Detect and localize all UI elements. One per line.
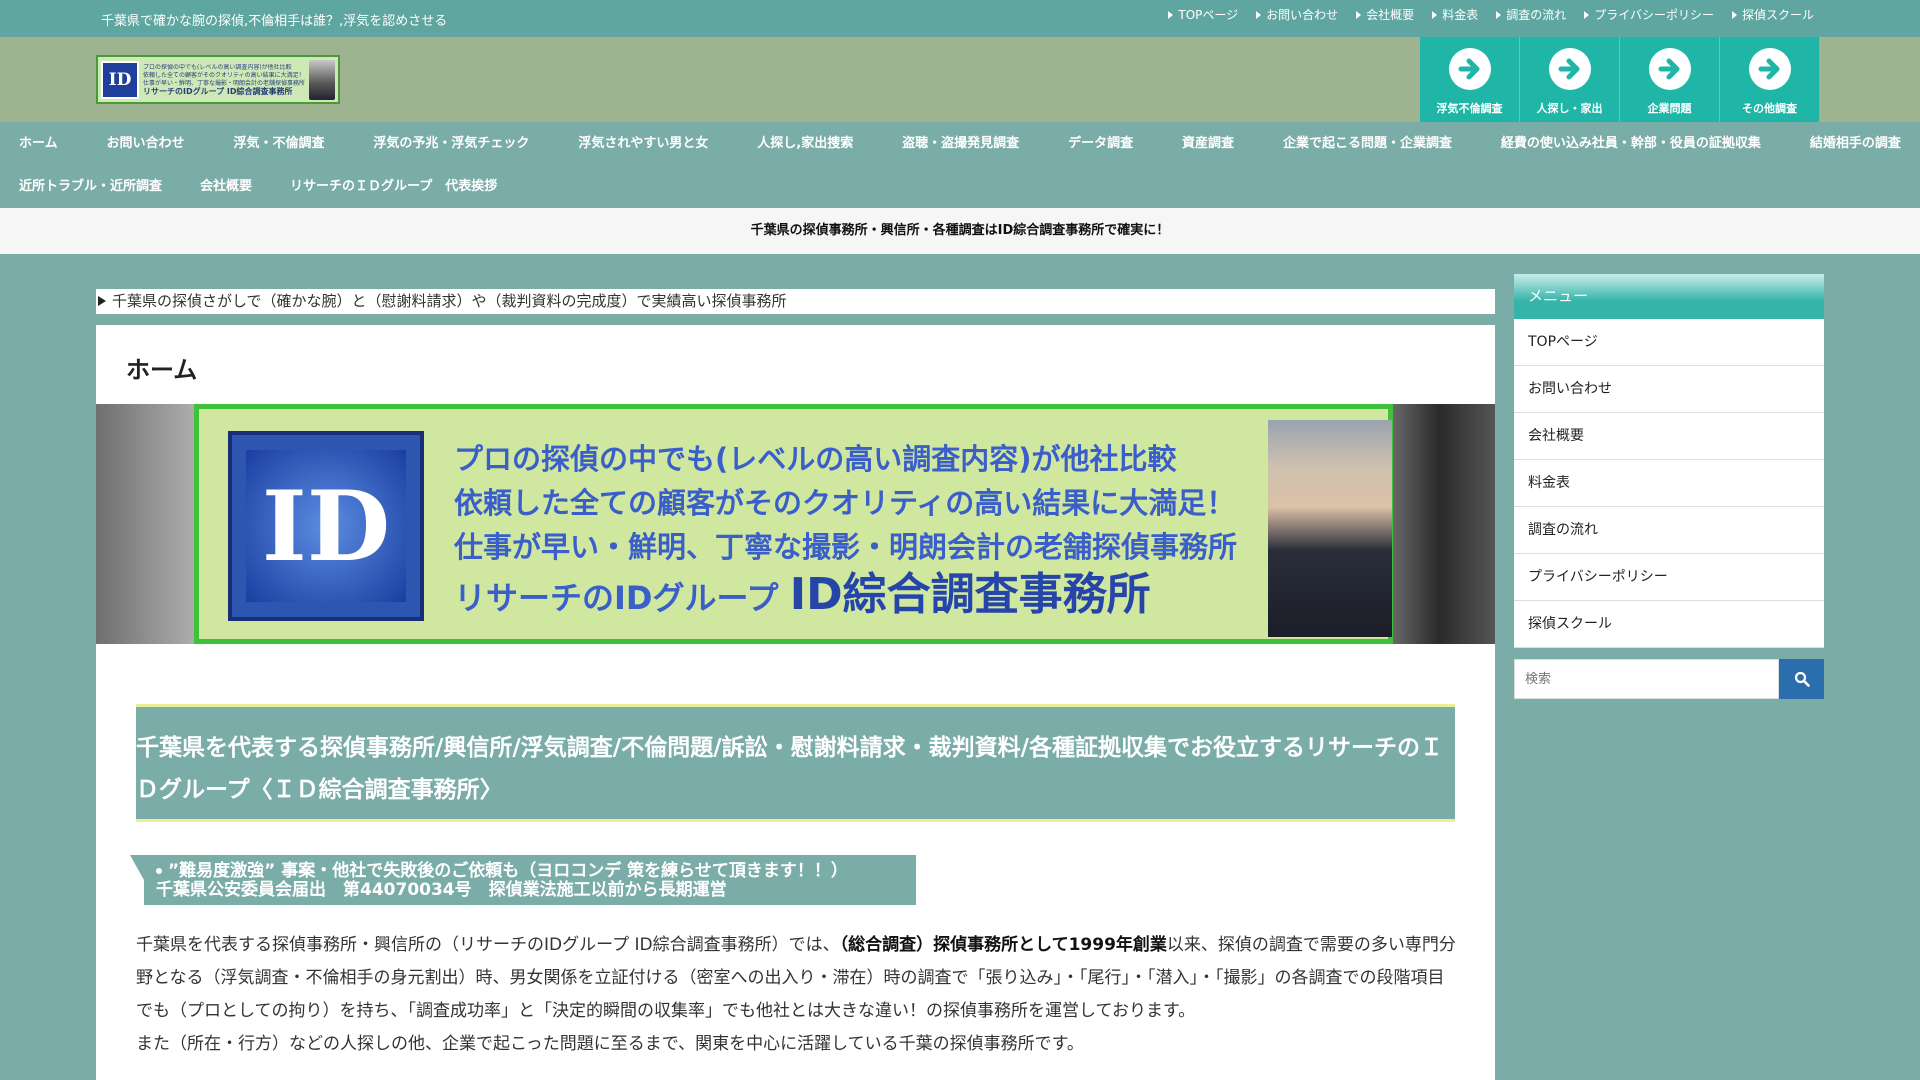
search-input[interactable] — [1514, 659, 1779, 699]
top-link-top[interactable]: TOPページ — [1168, 6, 1238, 23]
top-link-price[interactable]: 料金表 — [1432, 6, 1478, 23]
logo-portrait — [309, 59, 335, 100]
sidebar-title: メニュー — [1514, 274, 1824, 319]
nav-row: 近所トラブル・近所調査 会社概要 リサーチのＩＤグループ 代表挨拶 — [0, 165, 497, 208]
banner-id-logo: ID — [228, 431, 424, 621]
triangle-icon — [1256, 10, 1262, 19]
triangle-icon — [1168, 10, 1174, 19]
paragraph: また（所在・行方）などの人探しの他、企業で起こった問題に至るまで、関東を中心に活… — [136, 1034, 1084, 1054]
triangle-icon — [1356, 10, 1362, 19]
triangle-icon — [1432, 10, 1438, 19]
sidebar-item-contact[interactable]: お問い合わせ — [1514, 366, 1824, 413]
top-link-company[interactable]: 会社概要 — [1356, 6, 1414, 23]
nav-item-cheating-types[interactable]: 浮気されやすい男と女 — [578, 122, 708, 165]
site-logo[interactable]: ID プロの探偵の中でも(レベルの高い調査内容)が他社比較 依頼した全ての顧客が… — [96, 55, 340, 104]
banner-image: ID プロの探偵の中でも(レベルの高い調査内容)が他社比較 依頼した全ての顧客が… — [194, 404, 1393, 644]
top-link-contact[interactable]: お問い合わせ — [1256, 6, 1338, 23]
category-button-corporate[interactable]: 企業問題 — [1620, 37, 1720, 122]
sidebar-search — [1514, 659, 1824, 699]
triangle-icon — [1731, 10, 1737, 19]
sidebar-menu: TOPページ お問い合わせ 会社概要 料金表 調査の流れ プライバシーポリシー … — [1514, 319, 1824, 648]
nav-item-assets[interactable]: 資産調査 — [1182, 122, 1234, 165]
nav-item-home[interactable]: ホーム — [19, 122, 58, 165]
arrow-right-icon — [1648, 48, 1691, 90]
sidebar-item-price[interactable]: 料金表 — [1514, 460, 1824, 507]
category-button-affair[interactable]: 浮気不倫調査 — [1420, 37, 1520, 122]
banner-company-name: ID綜合調査事務所 — [789, 569, 1151, 620]
top-link-school[interactable]: 探偵スクール — [1731, 6, 1814, 23]
nav-item-greeting[interactable]: リサーチのＩＤグループ 代表挨拶 — [290, 165, 497, 208]
nav-row: ホーム お問い合わせ 浮気・不倫調査 浮気の予兆・浮気チェック 浮気されやすい男… — [0, 122, 1920, 165]
sidebar-item-flow[interactable]: 調査の流れ — [1514, 507, 1824, 554]
nav-item-embezzlement[interactable]: 経費の使い込み社員・幹部・役員の証拠収集 — [1501, 122, 1761, 165]
sidebar-item-top[interactable]: TOPページ — [1514, 319, 1824, 366]
banner-group-name: リサーチのIDグループ — [454, 579, 790, 617]
logo-id-mark: ID — [101, 60, 139, 99]
breadcrumb: 千葉県の探偵さがしで（確かな腕）と（慰謝料請求）や（裁判資料の完成度）で実績高い… — [96, 289, 1495, 314]
sidebar-item-school[interactable]: 探偵スクール — [1514, 601, 1824, 648]
banner-portrait — [1268, 420, 1392, 637]
sidebar-item-privacy[interactable]: プライバシーポリシー — [1514, 554, 1824, 601]
body-text: 千葉県を代表する探偵事務所・興信所の（リサーチのIDグループ ID綜合調査事務所… — [136, 929, 1456, 1061]
arrow-right-icon — [1548, 48, 1591, 90]
page-title: ホーム — [126, 356, 198, 384]
top-bar: 千葉県で確かな腕の探偵,不倫相手は誰？,浮気を認めさせる TOPページ お問い合… — [0, 0, 1920, 37]
site-tagline: 千葉県で確かな腕の探偵,不倫相手は誰？,浮気を認めさせる — [101, 14, 448, 29]
hero-banner: ID プロの探偵の中でも(レベルの高い調査内容)が他社比較 依頼した全ての顧客が… — [96, 404, 1495, 644]
nav-item-corporate[interactable]: 企業で起こる問題・企業調査 — [1283, 122, 1452, 165]
nav-item-company[interactable]: 会社概要 — [200, 165, 252, 208]
arrow-right-icon — [1748, 48, 1791, 90]
nav-item-affair-signs[interactable]: 浮気の予兆・浮気チェック — [373, 122, 529, 165]
nav-item-marriage[interactable]: 結婚相手の調査 — [1810, 122, 1901, 165]
nav-item-neighbor[interactable]: 近所トラブル・近所調査 — [19, 165, 162, 208]
nav-item-contact[interactable]: お問い合わせ — [107, 122, 185, 165]
triangle-icon — [98, 296, 106, 306]
announcement-bar: 千葉県の探偵事務所・興信所・各種調査はID綜合調査事務所で確実に！ — [0, 208, 1920, 254]
bullet-icon — [156, 868, 162, 874]
nav-item-person-search[interactable]: 人探し,家出捜索 — [757, 122, 853, 165]
triangle-icon — [1496, 10, 1502, 19]
search-button[interactable] — [1779, 659, 1824, 699]
section-heading: 千葉県を代表する探偵事務所/興信所/浮気調査/不倫問題/訴訟・慰謝料請求・裁判資… — [136, 704, 1455, 822]
triangle-icon — [1584, 10, 1590, 19]
nav-item-data[interactable]: データ調査 — [1068, 122, 1133, 165]
sidebar-item-company[interactable]: 会社概要 — [1514, 413, 1824, 460]
category-buttons: 浮気不倫調査 人探し・家出 企業問題 その他調査 — [1420, 37, 1820, 122]
logo-text: プロの探偵の中でも(レベルの高い調査内容)が他社比較 依頼した全ての顧客がそのク… — [143, 63, 305, 96]
search-icon — [1794, 671, 1810, 687]
nav-item-affair[interactable]: 浮気・不倫調査 — [233, 122, 324, 165]
category-button-person-search[interactable]: 人探し・家出 — [1520, 37, 1620, 122]
top-links: TOPページ お問い合わせ 会社概要 料金表 調査の流れ プライバシーポリシー … — [1168, 6, 1814, 23]
arrow-right-icon — [1448, 48, 1491, 90]
category-button-other[interactable]: その他調査 — [1720, 37, 1820, 122]
main-nav: ホーム お問い合わせ 浮気・不倫調査 浮気の予兆・浮気チェック 浮気されやすい男… — [0, 122, 1920, 208]
nav-item-bug-detection[interactable]: 盗聴・盗撮発見調査 — [902, 122, 1019, 165]
top-link-flow[interactable]: 調査の流れ — [1496, 6, 1566, 23]
sub-heading: ”難易度激強” 事案・他社で失敗後のご依頼も（ヨロコンデ 策を練らせて頂きます！… — [130, 855, 916, 905]
top-link-privacy[interactable]: プライバシーポリシー — [1584, 6, 1714, 23]
paragraph: 千葉県を代表する探偵事務所・興信所の（リサーチのIDグループ ID綜合調査事務所… — [136, 935, 1456, 1021]
main-content: ホーム ID プロの探偵の中でも(レベルの高い調査内容)が他社比較 依頼した全て… — [96, 325, 1495, 1080]
banner-text: プロの探偵の中でも(レベルの高い調査内容)が他社比較 依頼した全ての顧客がそのク… — [454, 442, 1238, 620]
